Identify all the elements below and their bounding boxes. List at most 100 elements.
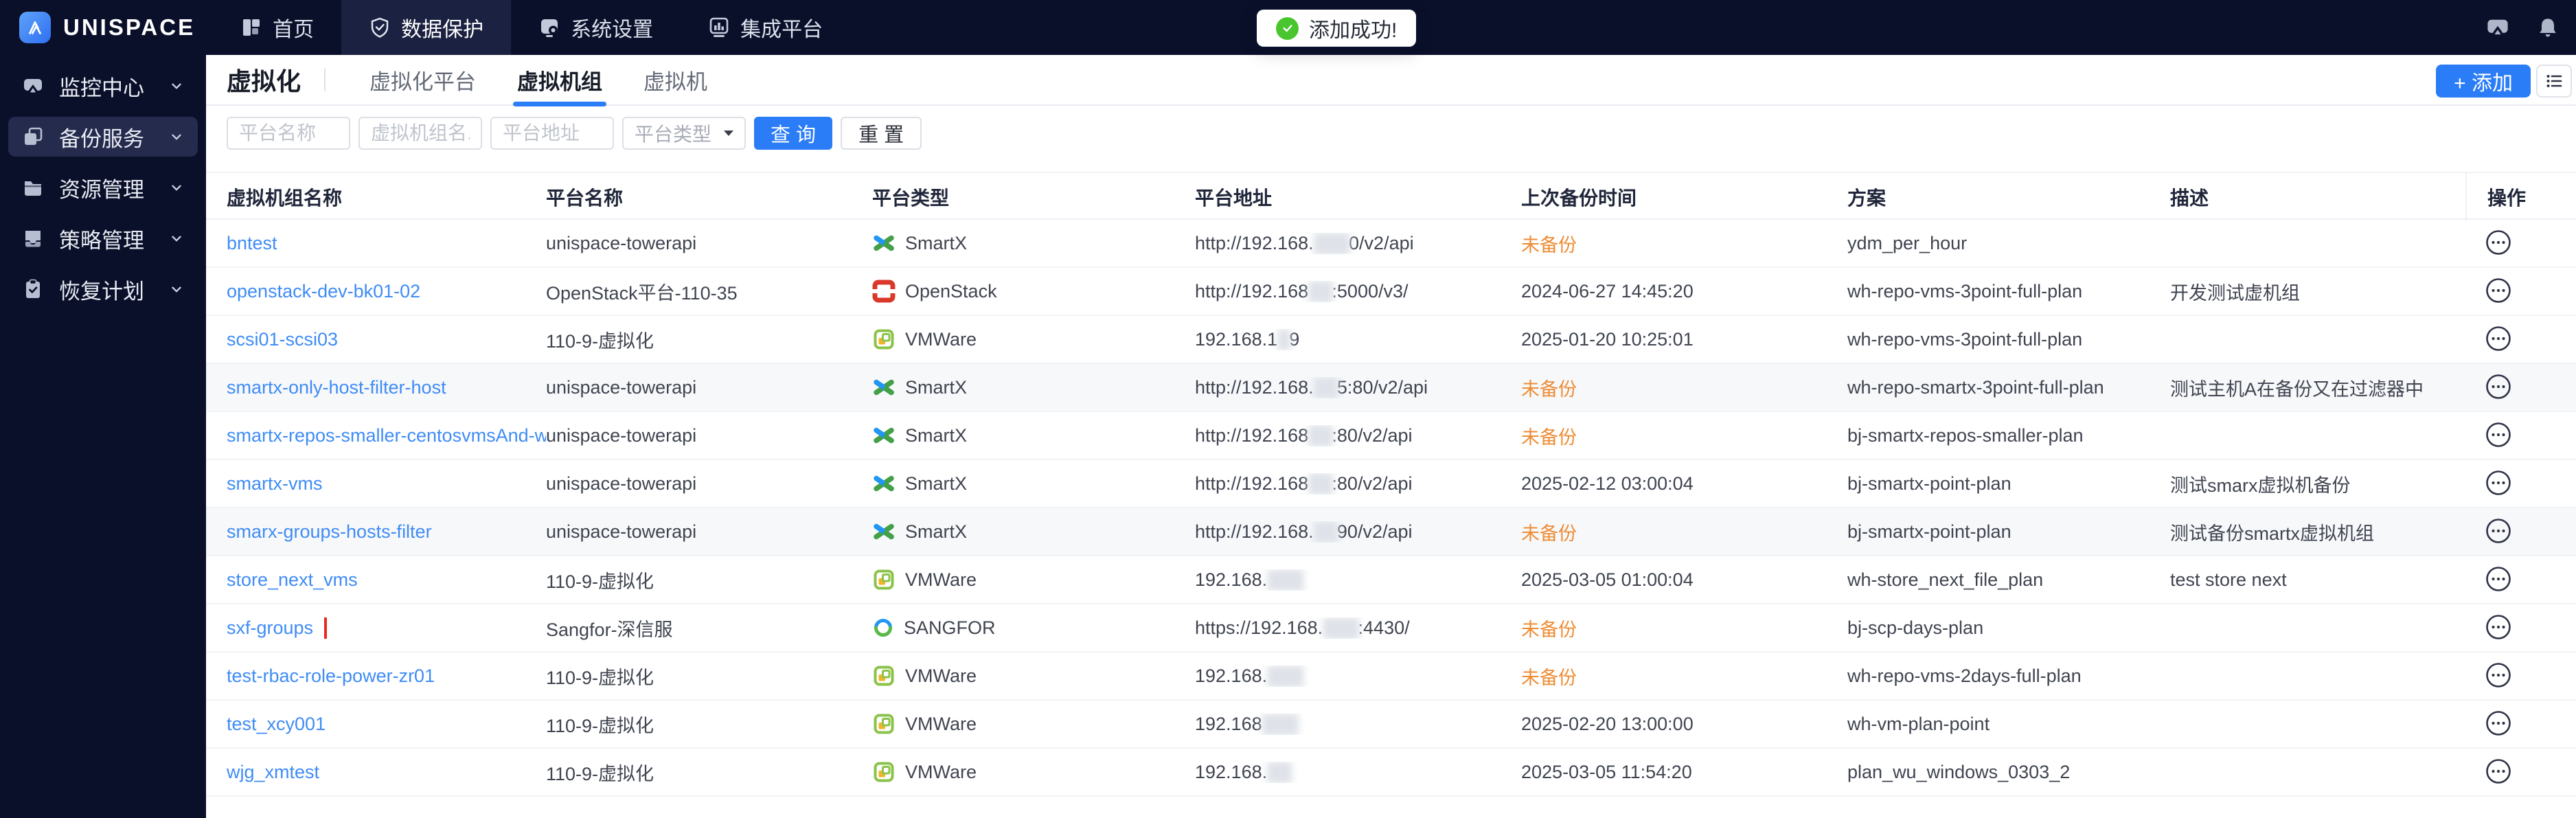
- nav-item-data-protection[interactable]: 数据保护: [341, 0, 512, 55]
- sidebar-item-monitor-center[interactable]: 监控中心: [8, 66, 198, 106]
- address-redacted: ██: [1308, 424, 1333, 446]
- platform-address-input[interactable]: [490, 117, 614, 150]
- row-actions-button[interactable]: [2485, 229, 2512, 258]
- toast-text: 添加成功!: [1309, 19, 1398, 42]
- vm-group-name-link[interactable]: bntest: [227, 233, 277, 253]
- platform-type-label: SmartX: [905, 376, 968, 398]
- plan-cell: plan_wu_windows_0303_2: [1847, 761, 2071, 782]
- chevron-down-icon: [169, 129, 184, 144]
- platform-name-cell: 110-9-虚拟化: [546, 715, 654, 736]
- row-actions-button[interactable]: [2485, 661, 2512, 691]
- vm-group-name-link[interactable]: openstack-dev-bk01-02: [227, 281, 420, 302]
- last-backup-cell: 未备份: [1521, 619, 1577, 640]
- address-redacted: █: [1277, 328, 1290, 350]
- platform-name-input[interactable]: [227, 117, 350, 150]
- vm-group-name-link[interactable]: smartx-only-host-filter-host: [227, 377, 446, 398]
- address-redacted: ███: [1262, 713, 1299, 734]
- sidebar-item-resource-management[interactable]: 资源管理: [8, 168, 198, 207]
- last-backup-cell: 未备份: [1521, 427, 1577, 448]
- chevron-down-icon: [169, 282, 184, 297]
- platform-type-label: SmartX: [905, 473, 968, 494]
- search-button[interactable]: 查 询: [754, 117, 833, 150]
- vm-group-name-link[interactable]: scsi01-scsi03: [227, 329, 338, 350]
- nav-item-home[interactable]: 首页: [213, 0, 341, 55]
- address-text: :5000/v3/: [1332, 280, 1409, 302]
- vm-group-link-wrap: scsi01-scsi03: [227, 329, 338, 350]
- ellipsis-circle-icon: [2485, 613, 2512, 643]
- vm-group-name-link[interactable]: smarx-groups-hosts-filter: [227, 521, 432, 542]
- platform-type-cell: VMWare: [872, 712, 1195, 736]
- column-settings-button[interactable]: [2536, 65, 2572, 98]
- row-actions-button[interactable]: [2485, 373, 2512, 402]
- row-actions-button[interactable]: [2485, 421, 2512, 451]
- nav-item-integration-platform[interactable]: 集成平台: [681, 0, 850, 55]
- chevron-down-icon: [169, 231, 184, 246]
- vm-group-name-cell: test_xcy001: [227, 714, 546, 735]
- plan-cell: bj-smartx-repos-smaller-plan: [1847, 424, 2084, 446]
- sidebar: 监控中心备份服务资源管理策略管理恢复计划: [0, 55, 206, 818]
- last-backup-cell: 2025-01-20 10:25:01: [1521, 328, 1694, 350]
- sidebar-item-label: 备份服务: [59, 126, 144, 151]
- platform-type-cell: VMWare: [872, 328, 1195, 351]
- row-actions-button[interactable]: [2485, 517, 2512, 547]
- sidebar-item-backup-service[interactable]: 备份服务: [8, 117, 198, 157]
- ellipsis-circle-icon: [2485, 469, 2512, 499]
- tab-vm-group[interactable]: 虚拟机组: [497, 54, 623, 106]
- row-actions-button[interactable]: [2485, 758, 2512, 787]
- platform-name-cell: Sangfor-深信服: [546, 619, 673, 640]
- plan-cell: wh-repo-vms-2days-full-plan: [1847, 665, 2082, 686]
- tab-virtual-platform[interactable]: 虚拟化平台: [349, 54, 497, 105]
- ellipsis-circle-icon: [2485, 277, 2512, 306]
- operation-cell: [2465, 709, 2576, 739]
- vm-group-name-link[interactable]: smartx-repos-smaller-centosvmsAnd-win: [227, 425, 546, 446]
- vm-group-name-link[interactable]: wjg_xmtest: [227, 762, 319, 782]
- address-text: :4430/: [1358, 617, 1410, 638]
- row-actions-button[interactable]: [2485, 613, 2512, 643]
- title-divider: [324, 68, 326, 91]
- vm-group-name-link[interactable]: smartx-vms: [227, 473, 322, 494]
- row-actions-button[interactable]: [2485, 709, 2512, 739]
- platform-type-label: VMWare: [905, 569, 977, 590]
- platform-name-cell: unispace-towerapi: [546, 521, 697, 542]
- column-header-3: 平台地址: [1195, 188, 1273, 209]
- table-body: bntest unispace-towerapi SmartX http://192.…: [206, 220, 2576, 797]
- last-backup-cell: 未备份: [1521, 378, 1577, 400]
- address-redacted: ███: [1313, 232, 1350, 253]
- operation-cell: [2465, 325, 2576, 354]
- row-actions-button[interactable]: [2485, 469, 2512, 499]
- column-header-5: 方案: [1847, 188, 1887, 209]
- vm-group-name-link[interactable]: test_xcy001: [227, 714, 326, 734]
- address-text: 192.168.: [1195, 569, 1268, 590]
- reset-button[interactable]: 重 置: [841, 117, 922, 150]
- platform-type-select[interactable]: 平台类型: [622, 117, 746, 150]
- row-actions-button[interactable]: [2485, 565, 2512, 595]
- vm-group-name-link[interactable]: test-rbac-role-power-zr01: [227, 666, 435, 686]
- vm-group-name-link[interactable]: store_next_vms: [227, 569, 358, 590]
- platform-address-cell: http://192.168██:80/v2/api: [1195, 425, 1521, 446]
- address-text: 192.168.: [1195, 665, 1268, 686]
- sidebar-item-policy-management[interactable]: 策略管理: [8, 218, 198, 258]
- platform-address-cell: http://192.168.██5:80/v2/api: [1195, 377, 1521, 398]
- address-text: 0/v2/api: [1349, 232, 1414, 253]
- address-text: 9: [1289, 328, 1300, 350]
- tab-vm[interactable]: 虚拟机: [623, 54, 728, 105]
- table-row: smartx-repos-smaller-centosvmsAnd-win uni…: [206, 412, 2576, 460]
- vm-group-name-cell: test-rbac-role-power-zr01: [227, 666, 546, 687]
- row-actions-button[interactable]: [2485, 325, 2512, 354]
- ellipsis-circle-icon: [2485, 661, 2512, 691]
- plan-cell: bj-smartx-point-plan: [1847, 521, 2011, 542]
- bell-icon[interactable]: [2536, 16, 2560, 39]
- platform-type-cell: SANGFOR: [872, 617, 1195, 639]
- platform-address-cell: http://192.168.██90/v2/api: [1195, 521, 1521, 543]
- description-cell: 测试主机A在备份又在过滤器中: [2170, 378, 2424, 400]
- nav-item-label: 数据保护: [401, 19, 484, 41]
- ellipsis-circle-icon: [2485, 421, 2512, 451]
- vm-group-table: 虚拟机组名称 平台名称 平台类型 平台地址 上次备份时间 方案 描述 操作 bntest uni…: [206, 172, 2576, 797]
- row-actions-button[interactable]: [2485, 277, 2512, 306]
- nav-item-system-settings[interactable]: 系统设置: [511, 0, 681, 55]
- add-button[interactable]: + 添加: [2436, 65, 2531, 98]
- sidebar-item-recovery-plan[interactable]: 恢复计划: [8, 269, 198, 309]
- screencast-icon[interactable]: [2485, 15, 2510, 40]
- vm-group-name-input[interactable]: [358, 117, 482, 150]
- vm-group-name-link[interactable]: sxf-groups: [227, 617, 313, 638]
